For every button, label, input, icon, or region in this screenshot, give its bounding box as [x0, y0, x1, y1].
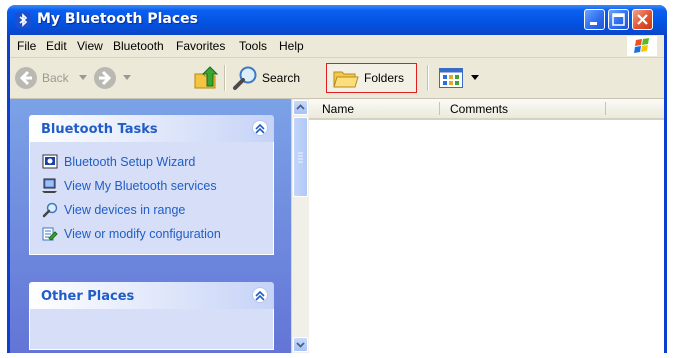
column-divider[interactable]	[605, 102, 606, 115]
back-arrow-icon	[15, 67, 37, 89]
scroll-up-button[interactable]	[293, 100, 308, 115]
column-header-comments[interactable]: Comments	[450, 102, 508, 116]
search-button[interactable]: Search	[232, 64, 318, 92]
folders-label: Folders	[364, 71, 405, 85]
content-area: Bluetooth Tasks Bluetooth Setup Wizard V	[10, 99, 664, 353]
bluetooth-icon	[15, 12, 31, 28]
maximize-button[interactable]	[608, 9, 629, 30]
forward-dropdown-icon[interactable]	[123, 75, 131, 81]
toolbar-separator	[224, 65, 225, 91]
back-label: Back	[42, 71, 69, 85]
task-pane-scrollbar[interactable]	[291, 99, 309, 353]
explorer-window: My Bluetooth Places File Edit View Bluet…	[7, 5, 667, 353]
close-button[interactable]	[632, 9, 653, 30]
menu-file[interactable]: File	[17, 39, 36, 53]
task-label: Bluetooth Setup Wizard	[64, 155, 196, 169]
window-body: File Edit View Bluetooth Favorites Tools…	[10, 35, 664, 353]
grip-icon	[298, 152, 303, 163]
other-places-group: Other Places	[29, 282, 274, 350]
menu-edit[interactable]: Edit	[46, 39, 67, 53]
chevron-down-icon	[296, 342, 305, 348]
task-label: View My Bluetooth services	[64, 179, 217, 193]
toolbar: Back Search Folders	[10, 58, 664, 99]
collapse-button[interactable]	[252, 120, 268, 136]
chevron-up-icon	[296, 104, 305, 110]
windows-logo-icon	[627, 36, 657, 56]
bluetooth-tasks-title: Bluetooth Tasks	[41, 122, 158, 137]
views-dropdown-icon	[471, 75, 479, 80]
up-folder-icon[interactable]	[193, 66, 219, 92]
search-icon	[42, 202, 58, 218]
menu-view[interactable]: View	[77, 39, 103, 53]
maximize-icon	[612, 13, 625, 26]
column-header-bar: Name Comments	[309, 99, 664, 120]
toolbar-separator	[427, 65, 428, 91]
other-places-header[interactable]: Other Places	[29, 282, 274, 309]
folders-button[interactable]: Folders	[326, 63, 417, 93]
forward-button[interactable]	[93, 64, 137, 92]
bluetooth-tasks-list: Bluetooth Setup Wizard View My Bluetooth…	[29, 142, 274, 255]
configuration-icon	[42, 227, 58, 241]
views-button[interactable]	[437, 64, 491, 92]
menu-bluetooth[interactable]: Bluetooth	[113, 39, 164, 53]
column-divider[interactable]	[439, 102, 440, 115]
back-dropdown-icon[interactable]	[79, 75, 87, 81]
menu-tools[interactable]: Tools	[239, 39, 267, 53]
window-title: My Bluetooth Places	[37, 11, 198, 27]
chevron-up-icon	[255, 290, 265, 301]
minimize-icon	[590, 22, 597, 25]
wizard-icon	[42, 154, 58, 169]
views-icon	[439, 68, 463, 88]
other-places-list	[29, 309, 274, 350]
menu-bar: File Edit View Bluetooth Favorites Tools…	[10, 35, 664, 58]
other-places-title: Other Places	[41, 289, 135, 304]
computer-icon	[42, 178, 57, 193]
scroll-down-button[interactable]	[293, 337, 308, 352]
column-header-name[interactable]: Name	[322, 102, 354, 116]
chevron-up-icon	[255, 123, 265, 134]
scroll-thumb[interactable]	[293, 117, 308, 197]
forward-arrow-icon	[94, 67, 116, 89]
close-icon	[637, 14, 648, 25]
file-list[interactable]: Name Comments	[309, 99, 664, 353]
back-button[interactable]: Back	[14, 64, 92, 92]
search-label: Search	[262, 71, 301, 85]
collapse-button[interactable]	[252, 287, 268, 303]
minimize-button[interactable]	[584, 9, 605, 30]
menu-favorites[interactable]: Favorites	[176, 39, 225, 53]
task-label: View devices in range	[64, 203, 186, 217]
title-bar[interactable]: My Bluetooth Places	[7, 5, 667, 35]
task-pane: Bluetooth Tasks Bluetooth Setup Wizard V	[10, 99, 291, 353]
bluetooth-tasks-header[interactable]: Bluetooth Tasks	[29, 115, 274, 142]
menu-help[interactable]: Help	[279, 39, 304, 53]
search-icon	[233, 66, 257, 90]
folders-icon	[333, 71, 359, 88]
task-label: View or modify configuration	[64, 227, 221, 241]
bluetooth-tasks-group: Bluetooth Tasks Bluetooth Setup Wizard V	[29, 115, 274, 255]
